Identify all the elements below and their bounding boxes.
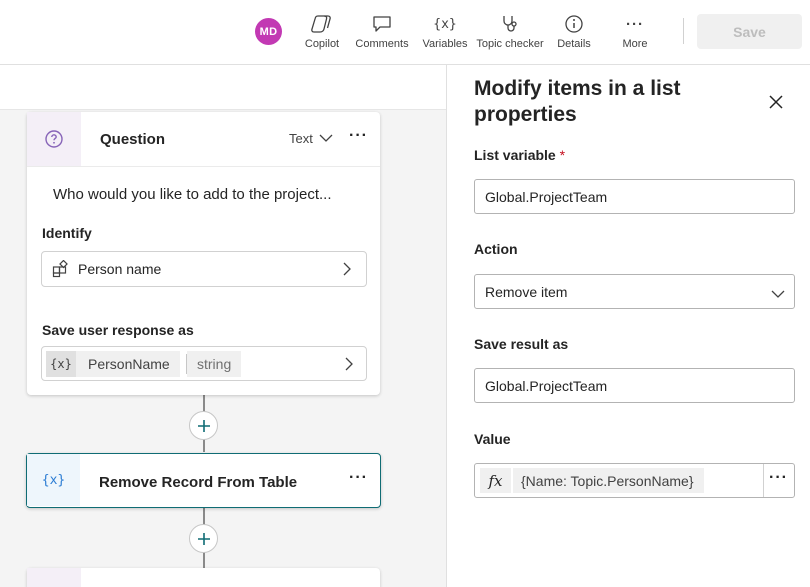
details-button[interactable]: Details [555, 13, 593, 53]
identify-label: Identify [42, 225, 92, 241]
save-result-label: Save result as [474, 336, 569, 352]
value-input[interactable]: fx {Name: Topic.PersonName} ··· [474, 463, 795, 498]
comment-icon [372, 13, 392, 35]
question-icon [27, 112, 81, 166]
variable-name: PersonName [76, 351, 180, 377]
comments-button[interactable]: Comments [355, 13, 409, 53]
action-select[interactable]: Remove item [474, 274, 795, 309]
question-node-header: Question Text ··· [27, 112, 380, 166]
variable-type: string [187, 351, 242, 377]
copilot-button[interactable]: Copilot [303, 13, 341, 53]
entity-icon [52, 259, 70, 283]
authoring-canvas[interactable]: Question Text ··· Who would you like to … [0, 65, 446, 587]
save-button[interactable]: Save [697, 14, 802, 49]
toolbar-divider [683, 18, 684, 44]
top-toolbar: MD Copilot Comments {x} Variables Topic … [0, 0, 810, 65]
more-button[interactable]: ··· More [617, 13, 653, 53]
value-more-icon[interactable]: ··· [769, 469, 788, 487]
chevron-down-icon[interactable] [319, 131, 333, 149]
panel-title: Modify items in a list properties [474, 77, 681, 126]
remove-node-more-icon[interactable]: ··· [349, 469, 368, 487]
question-node-title: Question [100, 131, 166, 148]
value-label: Value [474, 431, 511, 447]
variable-icon: {x} [27, 454, 80, 506]
add-node-button[interactable] [189, 411, 218, 440]
list-variable-input[interactable]: Global.ProjectTeam [474, 179, 795, 214]
info-icon [564, 13, 584, 35]
topic-checker-button[interactable]: Topic checker [475, 13, 545, 53]
action-value: Remove item [485, 283, 568, 300]
question-more-icon[interactable]: ··· [349, 127, 368, 145]
remove-node-title: Remove Record From Table [99, 474, 298, 491]
identify-field[interactable]: Person name [41, 251, 367, 287]
next-node[interactable] [27, 568, 380, 587]
save-response-label: Save user response as [42, 322, 194, 338]
formula-value: {Name: Topic.PersonName} [513, 468, 704, 493]
chevron-down-icon [771, 286, 785, 302]
divider [27, 166, 380, 167]
plus-icon [197, 532, 210, 545]
list-variable-label: List variable * [474, 147, 566, 163]
properties-panel: Modify items in a list properties List v… [446, 65, 810, 587]
avatar[interactable]: MD [255, 18, 282, 45]
save-response-field[interactable]: {x} PersonName string [41, 346, 367, 381]
variables-icon: {x} [433, 16, 457, 32]
response-type-label[interactable]: Text [289, 131, 313, 146]
chevron-right-icon [344, 357, 354, 376]
variable-icon: {x} [46, 351, 76, 377]
stethoscope-icon [500, 13, 520, 35]
identify-value: Person name [78, 261, 162, 277]
divider [763, 464, 764, 497]
close-icon[interactable] [767, 93, 785, 111]
action-label: Action [474, 241, 518, 257]
canvas-header-strip [0, 65, 446, 110]
question-node[interactable]: Question Text ··· Who would you like to … [27, 112, 380, 395]
copilot-icon [311, 13, 333, 35]
variables-button[interactable]: {x} Variables [421, 13, 469, 53]
formula-icon: fx [480, 468, 511, 493]
question-prompt[interactable]: Who would you like to add to the project… [53, 186, 332, 203]
plus-icon [197, 419, 210, 432]
more-icon: ··· [626, 15, 644, 33]
add-node-button[interactable] [189, 524, 218, 553]
required-marker: * [559, 147, 566, 163]
node-icon-box [27, 568, 81, 587]
chevron-right-icon [342, 262, 352, 281]
save-result-input[interactable]: Global.ProjectTeam [474, 368, 795, 403]
remove-record-node[interactable]: {x} Remove Record From Table ··· [26, 453, 381, 508]
